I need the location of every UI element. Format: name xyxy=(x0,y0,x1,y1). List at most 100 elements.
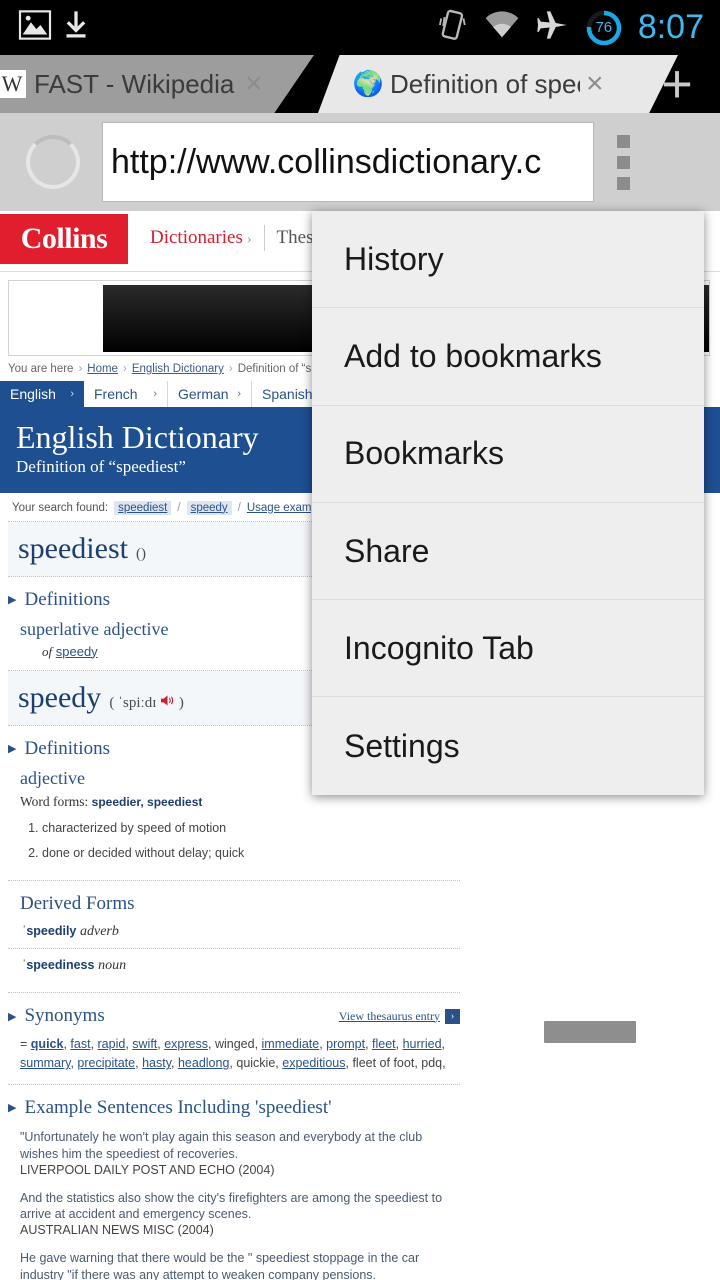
synonym-fleet[interactable]: fleet xyxy=(372,1037,396,1051)
example-sentences-section: ▶ Example Sentences Including 'speediest… xyxy=(8,1085,460,1280)
search-found-chip-speediest[interactable]: speediest xyxy=(114,500,172,515)
menu-item-add-to-bookmarks[interactable]: Add to bookmarks xyxy=(312,308,704,406)
breadcrumb-prefix: You are here xyxy=(8,363,74,375)
triangle-right-icon: ▶ xyxy=(8,1010,17,1023)
synonym-pdq: pdq xyxy=(421,1056,443,1071)
cross-reference-link[interactable]: speedy xyxy=(56,644,98,659)
collins-logo[interactable]: Collins xyxy=(0,214,128,264)
menu-item-share[interactable]: Share xyxy=(312,503,704,601)
synonym-fast[interactable]: fast xyxy=(70,1037,90,1051)
section-heading-label: Definitions xyxy=(24,588,110,610)
synonym-headlong[interactable]: headlong xyxy=(178,1056,229,1070)
synonym-quickie: quickie xyxy=(236,1056,276,1071)
search-found-label: Your search found: xyxy=(12,501,109,514)
kebab-dot xyxy=(616,134,630,148)
synonyms-heading[interactable]: ▶ Synonyms xyxy=(8,1005,105,1027)
synonym-rapid[interactable]: rapid xyxy=(98,1037,126,1051)
synonym-immediate[interactable]: immediate xyxy=(262,1037,320,1051)
synonym-express[interactable]: express xyxy=(164,1037,208,1051)
download-icon xyxy=(62,10,90,45)
menu-item-history[interactable]: History xyxy=(312,211,704,309)
example-item: He gave warning that there would be the … xyxy=(20,1250,460,1280)
chevron-right-icon: › xyxy=(237,388,241,400)
new-tab-button[interactable]: + xyxy=(642,57,712,113)
synonyms-section: ▶ Synonyms View thesaurus entry › = quic… xyxy=(8,993,460,1085)
airplane-mode-icon xyxy=(536,10,570,45)
close-icon[interactable]: × xyxy=(586,69,604,99)
status-bar-clock: 8:07 xyxy=(637,8,704,46)
tab-collins-dictionary[interactable]: 🌍 Definition of spee × xyxy=(318,55,678,113)
language-tab-label: German xyxy=(178,386,229,402)
globe-favicon: 🌍 xyxy=(352,69,384,98)
sidebar-spacer xyxy=(468,1020,712,1280)
link-label: View thesaurus entry xyxy=(338,1008,440,1023)
definition-item: done or decided without delay; quick xyxy=(42,845,460,861)
battery-icon: 76 xyxy=(586,10,622,46)
url-text: http://www.collinsdictionary.c xyxy=(111,142,542,181)
view-thesaurus-entry-link[interactable]: View thesaurus entry › xyxy=(338,1008,460,1024)
synonym-hurried[interactable]: hurried xyxy=(403,1037,442,1051)
language-tab-english[interactable]: English › xyxy=(0,381,84,407)
menu-item-settings[interactable]: Settings xyxy=(312,697,704,794)
chevron-right-icon: › xyxy=(445,1008,460,1024)
kebab-dot xyxy=(616,155,630,169)
url-input[interactable]: http://www.collinsdictionary.c xyxy=(102,122,594,202)
breadcrumb-separator: › xyxy=(122,363,127,375)
example-source: AUSTRALIAN NEWS MISC (2004) xyxy=(20,1223,214,1238)
synonym-precipitate[interactable]: precipitate xyxy=(77,1056,135,1070)
tab-wikipedia[interactable]: W FAST - Wikipedia × xyxy=(0,55,314,113)
example-item: "Unfortunately he won't play again this … xyxy=(20,1129,460,1177)
chevron-right-icon: › xyxy=(70,388,74,400)
word-forms: Word forms: speedier, speediest xyxy=(20,794,460,810)
synonym-prompt[interactable]: prompt xyxy=(326,1037,365,1051)
section-heading-label: Derived Forms xyxy=(20,893,135,915)
section-heading[interactable]: ▶ Example Sentences Including 'speediest… xyxy=(8,1097,460,1119)
example-source: LIVERPOOL DAILY POST AND ECHO (2004) xyxy=(20,1162,275,1177)
synonym-swift[interactable]: swift xyxy=(132,1037,157,1051)
vibrate-icon xyxy=(438,8,468,47)
pronunciation-text: ( ˈspiːdɪ xyxy=(109,694,157,711)
tab-title: FAST - Wikipedia xyxy=(34,68,235,99)
breadcrumb-separator: › xyxy=(228,363,233,375)
derived-form-pos: noun xyxy=(98,958,127,974)
word-forms-label: Word forms: xyxy=(20,793,89,809)
synonym-expeditious[interactable]: expeditious xyxy=(282,1056,345,1070)
menu-item-bookmarks[interactable]: Bookmarks xyxy=(312,406,704,503)
browser-toolbar: http://www.collinsdictionary.c xyxy=(0,113,720,211)
battery-percent: 76 xyxy=(595,19,613,36)
breadcrumb-home[interactable]: Home xyxy=(87,363,118,375)
synonym-quick[interactable]: quick xyxy=(31,1037,64,1051)
speaker-icon[interactable] xyxy=(160,694,175,711)
section-heading-label: Definitions xyxy=(24,737,110,759)
synonym-fleet-of-foot: fleet of foot xyxy=(352,1056,415,1071)
search-found-chip-speedy[interactable]: speedy xyxy=(186,500,232,515)
status-bar-notifications xyxy=(0,10,90,45)
reload-icon[interactable] xyxy=(26,135,80,189)
language-tab-german[interactable]: German › xyxy=(168,381,252,407)
example-text: He gave warning that there would be the … xyxy=(20,1251,420,1280)
derived-form-word: speediness xyxy=(26,958,95,973)
nav-dictionaries[interactable]: Dictionaries › xyxy=(138,227,264,249)
entry-word: speedy xyxy=(18,680,102,714)
image-icon xyxy=(18,10,52,45)
definition-list: characterized by speed of motion done or… xyxy=(42,820,460,862)
language-tab-french[interactable]: French › xyxy=(84,381,168,407)
sidebar-button[interactable] xyxy=(544,1020,636,1043)
status-bar-system-icons: 76 8:07 xyxy=(438,8,720,47)
breadcrumb-english-dictionary[interactable]: English Dictionary xyxy=(132,363,224,375)
language-tab-label: English xyxy=(10,386,56,402)
status-bar: 76 8:07 xyxy=(0,0,720,55)
menu-item-incognito-tab[interactable]: Incognito Tab xyxy=(312,600,704,698)
chevron-right-icon: › xyxy=(246,232,252,247)
synonym-hasty[interactable]: hasty xyxy=(142,1056,171,1070)
language-tab-label: French xyxy=(94,386,138,402)
separator: / xyxy=(237,501,241,514)
tab-strip: W FAST - Wikipedia × 🌍 Definition of spe… xyxy=(0,55,720,113)
close-icon[interactable]: × xyxy=(245,69,263,99)
kebab-dot xyxy=(616,176,630,190)
overflow-menu-icon[interactable] xyxy=(616,134,630,190)
entry-pronunciation: () xyxy=(135,545,146,562)
derived-form-pos: adverb xyxy=(80,924,119,940)
synonym-summary[interactable]: summary xyxy=(20,1056,70,1070)
separator: / xyxy=(177,501,181,514)
